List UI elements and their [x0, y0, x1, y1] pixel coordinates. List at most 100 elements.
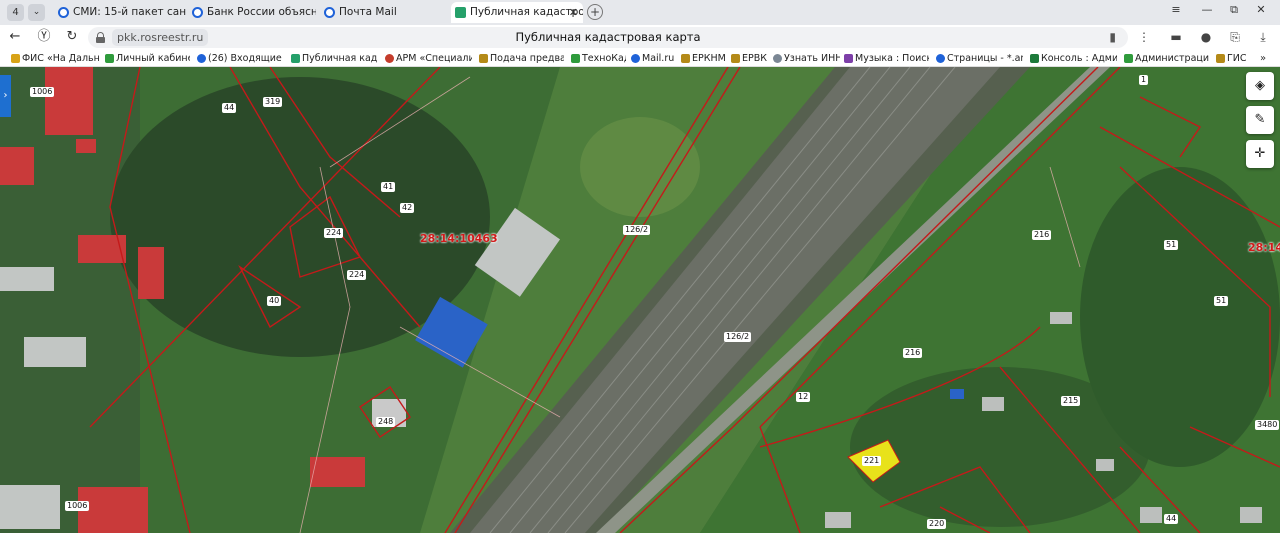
parcel-number[interactable]: 220 [927, 519, 947, 529]
site-favicon-icon [58, 7, 69, 18]
cadastral-icon [291, 54, 300, 63]
layers-icon[interactable]: ◈ [1246, 72, 1274, 100]
admin-icon [1124, 54, 1133, 63]
bookmark-label: Личный кабинет [116, 53, 190, 64]
bookmark-label: Консоль : Админ [1041, 53, 1117, 64]
parcel-number[interactable]: 44 [222, 103, 237, 113]
cadastral-map[interactable]: 1006 44 319 41 42 224 224 40 248 1006 12… [0, 67, 1280, 533]
bookmark-item[interactable]: ФИС «На Дальни [10, 50, 100, 67]
back-button[interactable]: ← [6, 28, 24, 46]
parcel-number[interactable]: 42 [400, 203, 415, 213]
bookmark-item[interactable]: АРМ «Специалис [384, 50, 472, 67]
tab-cadastral-map[interactable]: Публичная кадастров ✕ [451, 2, 583, 23]
parcel-number[interactable]: 248 [376, 417, 396, 427]
satellite-imagery [0, 67, 1280, 533]
chevron-down-icon[interactable]: ⌄ [28, 4, 45, 21]
bookmark-item[interactable]: Страницы - *.amo [935, 50, 1023, 67]
bookmark-label: ГИС [1227, 53, 1247, 64]
reload-button[interactable]: ↻ [63, 28, 81, 46]
music-icon [844, 54, 853, 63]
cadastral-block-label[interactable]: 28:14:10463 [420, 232, 498, 245]
downloads-icon[interactable]: ▬ [1168, 29, 1184, 45]
parcel-number[interactable]: 216 [903, 348, 923, 358]
menu-icon[interactable]: ≡ [1165, 3, 1187, 16]
more-icon[interactable]: ⋮ [1136, 29, 1152, 45]
parcel-number[interactable]: 1006 [30, 87, 55, 97]
console-icon [1030, 54, 1039, 63]
parcel-number[interactable]: 224 [347, 270, 367, 280]
mail-favicon-icon [324, 7, 335, 18]
tab-mail[interactable]: Почта Mail [320, 2, 448, 23]
minimize-icon[interactable]: — [1196, 3, 1218, 16]
close-icon[interactable]: ✕ [569, 2, 578, 23]
mail-icon [197, 54, 206, 63]
parcel-number[interactable]: 41 [381, 182, 396, 192]
parcel-number[interactable]: 44 [1164, 514, 1179, 524]
parcel-number[interactable]: 221 [862, 456, 882, 466]
bookmark-item[interactable]: ЕРКНМ [680, 50, 726, 67]
ruler-icon[interactable]: ✎ [1246, 106, 1274, 134]
downloads-arrow-icon[interactable]: ⤓ [1255, 29, 1271, 45]
tab-counter[interactable]: 4 [7, 4, 24, 21]
bookmark-item[interactable]: Консоль : Админ [1029, 50, 1117, 67]
tab-label: СМИ: 15-й пакет санкций [73, 6, 186, 18]
amo-icon [936, 54, 945, 63]
bookmark-label: АРМ «Специалис [396, 53, 472, 64]
tab-bank[interactable]: Банк России объяснил, к [188, 2, 316, 23]
parcel-number[interactable]: 126/2 [724, 332, 752, 342]
cadastral-block-label[interactable]: 28:14 [1248, 241, 1280, 254]
arm-icon [385, 54, 394, 63]
parcel-number[interactable]: 1006 [65, 501, 90, 511]
more-bookmarks-icon[interactable]: » [1260, 50, 1266, 67]
address-bar: ← Ⓨ ↻ pkk.rosreestr.ru Публичная кадастр… [0, 25, 1280, 50]
yandex-icon[interactable]: Ⓨ [35, 28, 53, 46]
bookmark-item[interactable]: Mail.ru [630, 50, 678, 67]
tab-sanctions[interactable]: СМИ: 15-й пакет санкций [54, 2, 186, 23]
bookmark-item[interactable]: Публичная кадас [290, 50, 378, 67]
sidebar-toggle-button[interactable]: › [0, 75, 11, 117]
bookmark-item[interactable]: Администрация [1123, 50, 1209, 67]
bookmark-label: Музыка : Поиск - [855, 53, 929, 64]
page-title: Публичная кадастровая карта [515, 30, 701, 44]
bookmark-icon[interactable]: ▮ [1109, 30, 1116, 44]
bookmark-item[interactable]: ТехноКад [570, 50, 626, 67]
parcel-number[interactable]: 3480 [1255, 420, 1280, 430]
cadastral-favicon-icon [455, 7, 466, 18]
bookmark-item[interactable]: Личный кабинет [104, 50, 190, 67]
parcel-number[interactable]: 215 [1061, 396, 1081, 406]
tax-icon [773, 54, 782, 63]
parcel-number[interactable]: 216 [1032, 230, 1052, 240]
bookmarks-bar: ФИС «На Дальни Личный кабинет (26) Входя… [0, 50, 1280, 67]
parcel-number[interactable]: 51 [1164, 240, 1179, 250]
bookmark-item[interactable]: Узнать ИНН [772, 50, 840, 67]
url-field[interactable]: pkk.rosreestr.ru Публичная кадастровая к… [88, 27, 1128, 48]
bookmark-item[interactable]: ГИС [1215, 50, 1259, 67]
parcel-number[interactable]: 51 [1214, 296, 1229, 306]
bookmark-item[interactable]: Музыка : Поиск - [843, 50, 929, 67]
parcel-number[interactable]: 319 [263, 97, 283, 107]
bookmark-label: ТехноКад [582, 53, 626, 64]
bookmark-item[interactable]: ЕРВК [730, 50, 770, 67]
tab-label: Почта Mail [339, 6, 397, 18]
tab-label: Банк России объяснил, к [207, 6, 316, 18]
site-favicon-icon [192, 7, 203, 18]
bookmark-label: Узнать ИНН [784, 53, 840, 64]
locate-icon[interactable]: ✛ [1246, 140, 1274, 168]
bookmark-label: ФИС «На Дальни [22, 53, 100, 64]
collections-icon[interactable]: ⎘ [1227, 29, 1243, 45]
tab-strip: 4 ⌄ СМИ: 15-й пакет санкций Банк России … [0, 0, 1280, 25]
tab-label: Публичная кадастров [470, 6, 583, 18]
bookmark-label: Администрация [1135, 53, 1209, 64]
bookmark-item[interactable]: Подача предвари [478, 50, 564, 67]
parcel-number[interactable]: 126/2 [623, 225, 651, 235]
parcel-number[interactable]: 40 [267, 296, 282, 306]
extension-icon[interactable]: ● [1198, 29, 1214, 45]
emblem-icon [681, 54, 690, 63]
parcel-number[interactable]: 224 [324, 228, 344, 238]
restore-icon[interactable]: ⧉ [1223, 3, 1245, 17]
close-window-icon[interactable]: ✕ [1250, 3, 1272, 16]
bookmark-item[interactable]: (26) Входящие - Г [196, 50, 284, 67]
parcel-number[interactable]: 1 [1139, 75, 1149, 85]
new-tab-button[interactable]: + [587, 4, 603, 20]
parcel-number[interactable]: 12 [796, 392, 811, 402]
